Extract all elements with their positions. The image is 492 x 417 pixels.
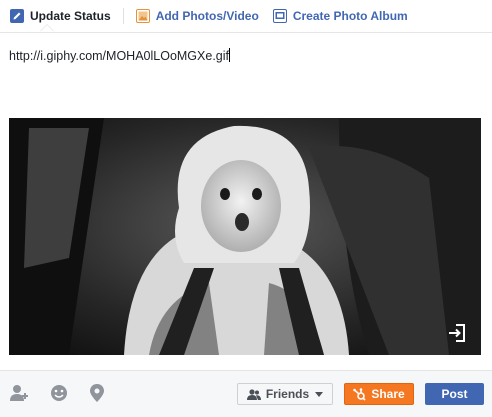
text-cursor	[229, 48, 230, 62]
tab-label: Update Status	[30, 9, 111, 23]
share-label: Share	[371, 387, 405, 401]
share-button[interactable]: Share	[344, 383, 414, 405]
tag-friends-icon[interactable]	[10, 384, 28, 402]
feeling-icon[interactable]	[50, 384, 68, 402]
giphy-preview[interactable]	[9, 118, 481, 355]
composer-tabs: Update Status Add Photos/Video Create Ph…	[0, 0, 492, 33]
tab-label: Add Photos/Video	[155, 9, 259, 23]
post-button[interactable]: Post	[425, 383, 484, 405]
tab-add-photos-video[interactable]: Add Photos/Video	[135, 0, 259, 32]
chevron-down-icon	[315, 391, 324, 397]
preview-image	[9, 118, 481, 355]
composer-footer: Friends Share Post	[0, 370, 492, 417]
tab-create-photo-album[interactable]: Create Photo Album	[272, 0, 408, 32]
photo-icon	[135, 9, 150, 23]
audience-label: Friends	[265, 387, 310, 401]
tab-update-status[interactable]: Update Status	[10, 0, 111, 32]
friends-icon	[246, 388, 261, 400]
status-input-text: http://i.giphy.com/MOHA0lLOoMGXe.gif	[9, 49, 229, 63]
tab-divider	[122, 8, 124, 24]
album-icon	[272, 9, 287, 23]
expand-icon[interactable]	[447, 323, 467, 343]
location-icon[interactable]	[90, 384, 108, 402]
audience-selector-button[interactable]: Friends	[237, 383, 333, 405]
active-tab-caret	[40, 24, 54, 31]
share-icon	[353, 387, 366, 401]
tab-label: Create Photo Album	[292, 9, 408, 23]
post-label: Post	[441, 387, 468, 401]
pencil-icon	[10, 9, 24, 23]
status-composer: Update Status Add Photos/Video Create Ph…	[0, 0, 492, 417]
status-input[interactable]: http://i.giphy.com/MOHA0lLOoMGXe.gif	[9, 48, 479, 63]
